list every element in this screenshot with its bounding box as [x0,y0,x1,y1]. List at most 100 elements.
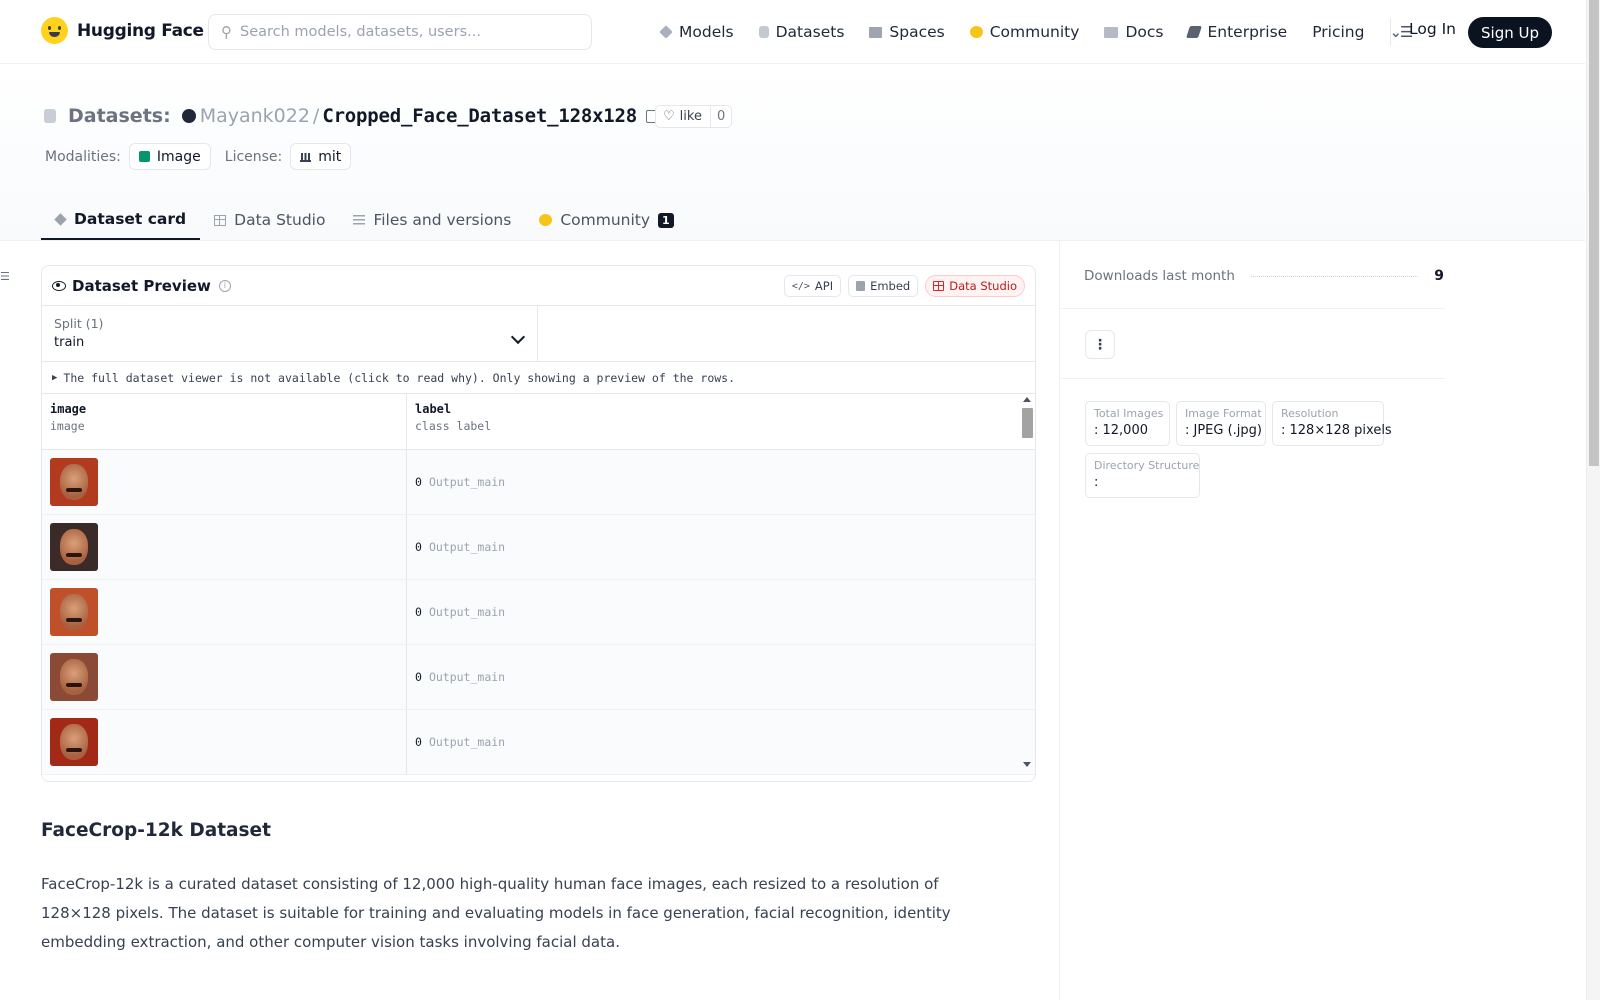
table-row[interactable]: 0 Output_main [42,580,1035,645]
column-name: image [50,402,87,416]
spaces-icon [869,26,883,38]
table-scrollbar[interactable] [1021,394,1033,774]
nav-pricing[interactable]: Pricing [1312,23,1364,41]
like-label: like [679,109,702,124]
embed-button[interactable]: Embed [848,275,919,297]
table-row[interactable]: 0 Output_main [42,515,1035,580]
tab-community-label: Community [560,211,651,229]
community-icon [969,26,983,38]
modality-tag[interactable]: Image [128,143,211,170]
label-index: 0 [415,670,422,684]
stat-label: Directory Structure [1094,459,1200,472]
community-count-badge: 1 [658,212,674,228]
heart-icon: ♡ [663,109,675,124]
code-icon: </> [791,280,810,292]
stat-value: : 12,000 [1094,423,1148,438]
column-type: class label [415,419,492,433]
face-thumbnail[interactable] [50,718,98,766]
hugging-face-logo-icon [41,17,68,44]
face-thumbnail[interactable] [50,653,98,701]
face-thumbnail[interactable] [50,588,98,636]
label-index: 0 [415,735,422,749]
repo-title: Datasets: Mayank022 / Cropped_Face_Datas… [44,102,659,130]
community-icon [539,214,553,226]
face-thumbnail[interactable] [50,523,98,571]
table-row[interactable]: 0 Output_main [42,710,1035,775]
toc-toggle-icon[interactable]: ☰ [0,270,10,283]
nav-spaces[interactable]: Spaces [869,23,945,41]
nav-enterprise-label: Enterprise [1207,23,1288,41]
search-box[interactable]: ⚲ [208,14,592,50]
tab-dataset-card[interactable]: Dataset card [41,200,201,240]
table-row[interactable]: 0 Output_main [42,450,1035,515]
page-scrollbar[interactable] [1586,0,1600,1000]
downloads-stat: Downloads last month 9 [1084,268,1444,284]
license-icon [300,151,312,162]
search-input[interactable] [240,24,560,40]
label-name: Output_main [428,475,506,489]
stat-label: Total Images [1094,407,1164,420]
sidebar-separator [1061,378,1445,379]
column-type: image [50,419,85,433]
docs-icon [1104,26,1119,38]
viewer-notice[interactable]: ▶ The full dataset viewer is not availab… [42,362,1035,394]
table-icon [214,214,227,226]
embed-button-label: Embed [870,279,911,293]
nav-community[interactable]: Community [969,23,1080,41]
license-label: License: [224,148,283,165]
page-scroll-thumb[interactable] [1589,0,1599,466]
like-button[interactable]: ♡ like 0 [655,105,733,128]
license-tag[interactable]: mit [290,143,352,170]
preview-actions: </> API Embed Data Studio [783,275,1025,297]
api-button[interactable]: </> API [783,275,842,297]
label-name: Output_main [428,670,506,684]
table-row[interactable]: 0 Output_main [42,645,1035,710]
user-avatar [181,109,196,123]
login-link[interactable]: Log In [1409,20,1456,38]
scroll-up-arrow-icon[interactable] [1023,397,1031,402]
dataset-card-icon [54,212,67,226]
datasets-breadcrumb[interactable]: Datasets: [68,105,171,127]
tab-data-studio[interactable]: Data Studio [200,200,339,240]
nav-models-label: Models [679,23,734,41]
sidebar-separator [1061,308,1445,309]
more-options-button[interactable]: ⋮ [1085,330,1115,359]
stat-total-images: Total Images : 12,000 [1085,401,1170,446]
user-link[interactable]: Mayank022 [200,105,310,127]
scroll-down-arrow-icon[interactable] [1023,762,1031,767]
dataset-preview: Dataset Preview i </> API Embed Data Stud… [41,265,1036,782]
downloads-sparkline [1250,275,1419,277]
image-icon [138,151,150,162]
expand-triangle-icon: ▶ [52,372,58,383]
column-header-label: label class label [407,394,1021,449]
split-label: Split (1) [54,316,104,331]
viewer-notice-text: The full dataset viewer is not available… [63,370,736,385]
split-dropdown[interactable]: Split (1) train [42,306,538,361]
table-header: image image label class label [42,394,1035,450]
nav-datasets[interactable]: Datasets [758,23,845,41]
nav-models[interactable]: Models [659,23,734,41]
nav-community-label: Community [989,23,1080,41]
nav-divider [1390,18,1391,46]
brand-logo[interactable]: Hugging Face [41,17,204,44]
face-thumbnail[interactable] [50,458,98,506]
nav-docs[interactable]: Docs [1104,23,1163,41]
tab-community[interactable]: Community 1 [525,200,687,240]
info-icon[interactable]: i [218,279,231,292]
data-studio-button[interactable]: Data Studio [925,275,1025,297]
license-tag-label: mit [318,148,342,165]
nav-pricing-label: Pricing [1312,23,1365,41]
tab-files-and-versions[interactable]: Files and versions [339,200,525,240]
signup-button[interactable]: Sign Up [1468,17,1552,48]
nav-datasets-label: Datasets [775,23,845,41]
scroll-thumb[interactable] [1022,408,1033,438]
dataset-name[interactable]: Cropped_Face_Dataset_128x128 [322,105,637,127]
split-selector-row: Split (1) train [42,306,1035,362]
nav-enterprise[interactable]: Enterprise [1186,23,1288,41]
stat-label: Resolution [1281,407,1339,420]
api-button-label: API [814,279,834,293]
stat-label: Image Format [1185,407,1262,420]
label-index: 0 [415,605,422,619]
like-count[interactable]: 0 [711,109,731,124]
stat-value: : [1094,475,1099,490]
